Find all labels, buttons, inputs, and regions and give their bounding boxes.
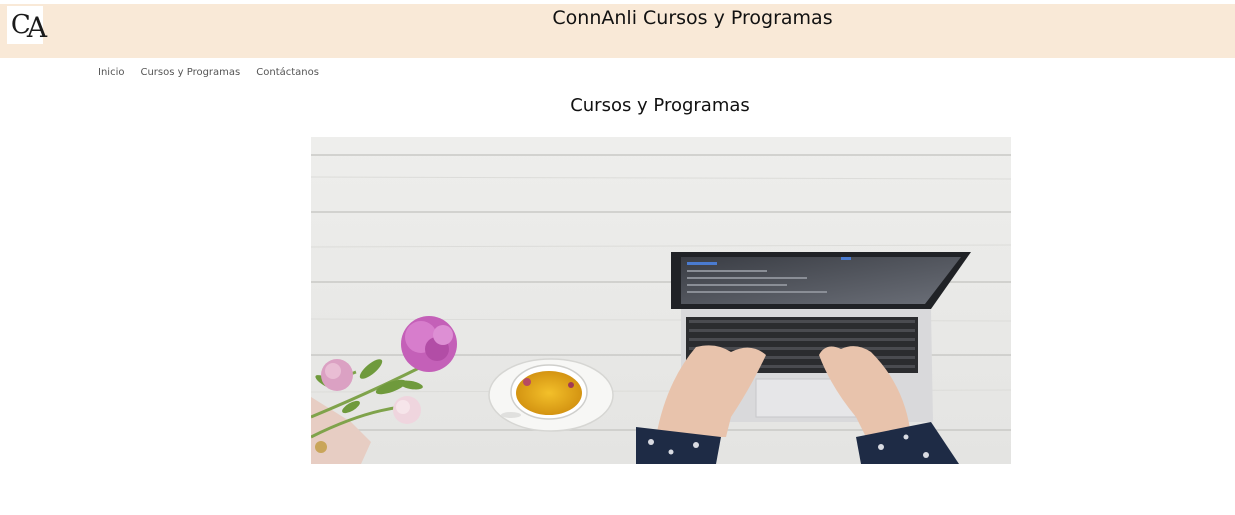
site-header: CA ConnAnli Cursos y Programas [0,4,1235,58]
nav-item-inicio[interactable]: Inicio [98,67,124,78]
nav-item-contactanos[interactable]: Contáctanos [256,67,319,78]
nav-item-cursos[interactable]: Cursos y Programas [140,67,240,78]
page-title: Cursos y Programas [570,95,750,116]
page: CA ConnAnli Cursos y Programas Inicio Cu… [0,0,1235,515]
site-title: ConnAnli Cursos y Programas [552,7,833,29]
main-nav: Inicio Cursos y Programas Contáctanos [98,67,319,78]
tea-cup [488,358,614,432]
hero-illustration [311,137,1011,464]
hero-image [311,137,1011,464]
